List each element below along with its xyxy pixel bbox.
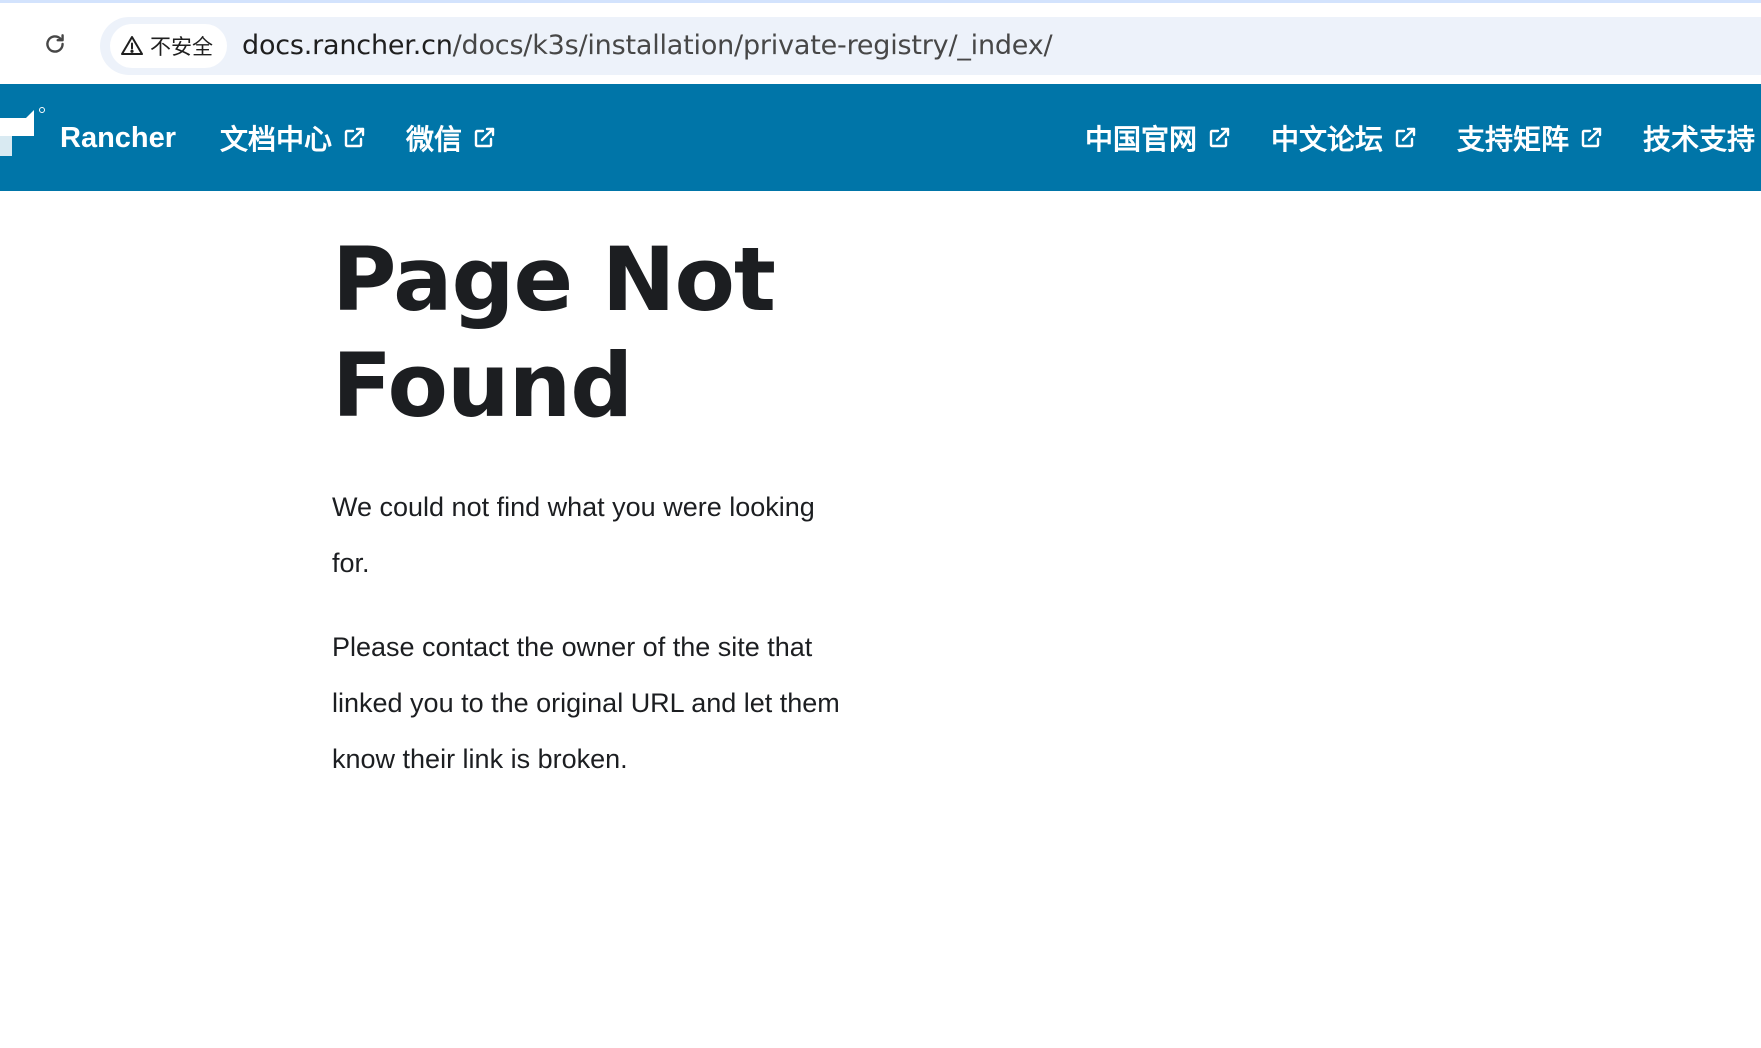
url-host: docs.rancher.cn	[242, 30, 453, 61]
reload-button[interactable]	[36, 25, 74, 63]
warning-icon	[121, 36, 143, 55]
nav-link-label: 技术支持	[1643, 123, 1756, 156]
nav-link-wechat[interactable]: 微信	[406, 118, 496, 158]
back-button-edge[interactable]: ›	[0, 33, 8, 53]
nav-link-china-site[interactable]: 中国官网	[1085, 118, 1231, 158]
site-navbar: Rancher 文档中心 微信 中国官网 中文论坛 支持矩阵 技术支持	[0, 84, 1761, 191]
contact-owner-message: Please contact the owner of the site tha…	[332, 632, 840, 774]
page-title: Page Not Found	[332, 228, 776, 437]
nav-link-support-matrix[interactable]: 支持矩阵	[1457, 118, 1603, 158]
security-chip[interactable]: 不安全	[110, 24, 227, 68]
brand-name[interactable]: Rancher	[60, 118, 176, 158]
external-link-icon	[1581, 127, 1602, 148]
main-content: Page Not Found We could not find what yo…	[332, 191, 852, 787]
external-link-icon	[1395, 127, 1416, 148]
browser-toolbar: › 不安全 docs.rancher.cn/docs/k3s/installat…	[0, 0, 1761, 84]
not-found-message: We could not find what you were looking …	[332, 492, 815, 578]
external-link-icon	[344, 127, 365, 148]
nav-link-tech-support[interactable]: 技术支持	[1643, 118, 1755, 158]
nav-link-label: 微信	[406, 123, 463, 156]
nav-link-docs-center[interactable]: 文档中心	[220, 118, 366, 158]
nav-link-label: 支持矩阵	[1457, 123, 1570, 156]
nav-link-chinese-forum[interactable]: 中文论坛	[1271, 118, 1417, 158]
address-bar[interactable]: 不安全 docs.rancher.cn/docs/k3s/installatio…	[100, 17, 1761, 75]
url-text[interactable]: docs.rancher.cn/docs/k3s/installation/pr…	[242, 17, 1053, 75]
external-link-icon	[474, 127, 495, 148]
external-link-icon	[1209, 127, 1230, 148]
rancher-logo-icon[interactable]	[0, 106, 46, 166]
nav-link-label: 中国官网	[1085, 123, 1198, 156]
reload-icon	[46, 34, 64, 53]
security-label: 不安全	[150, 35, 213, 59]
nav-link-label: 中文论坛	[1271, 123, 1384, 156]
nav-link-label: 文档中心	[220, 123, 333, 156]
url-path: /docs/k3s/installation/private-registry/…	[452, 30, 1053, 61]
